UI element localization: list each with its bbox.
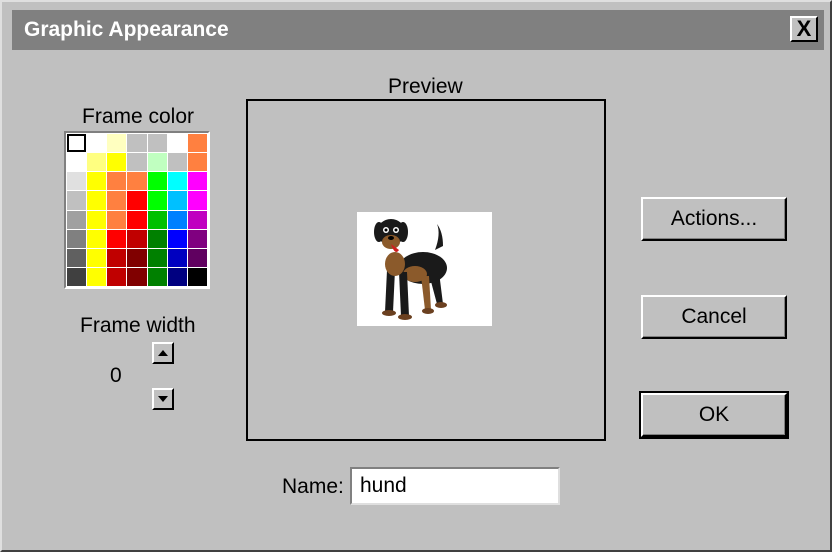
color-swatch[interactable] bbox=[127, 191, 147, 210]
color-swatch[interactable] bbox=[107, 172, 127, 191]
cancel-button[interactable]: Cancel bbox=[641, 295, 787, 339]
color-swatch[interactable] bbox=[67, 229, 87, 248]
frame-width-label: Frame width bbox=[80, 314, 196, 337]
actions-button[interactable]: Actions... bbox=[641, 197, 787, 241]
name-input[interactable] bbox=[350, 467, 560, 505]
color-swatch[interactable] bbox=[67, 248, 87, 267]
color-swatch[interactable] bbox=[87, 210, 107, 229]
color-swatch[interactable] bbox=[147, 229, 167, 248]
color-swatch[interactable] bbox=[147, 191, 167, 210]
color-swatch[interactable] bbox=[87, 267, 107, 286]
color-swatch[interactable] bbox=[187, 153, 207, 172]
color-swatch[interactable] bbox=[187, 191, 207, 210]
color-swatch[interactable] bbox=[107, 229, 127, 248]
color-swatch[interactable] bbox=[187, 248, 207, 267]
close-icon: X bbox=[796, 16, 812, 41]
color-swatch[interactable] bbox=[87, 248, 107, 267]
frame-width-increase-button[interactable] bbox=[152, 342, 174, 364]
color-swatch[interactable] bbox=[167, 248, 187, 267]
frame-width-decrease-button[interactable] bbox=[152, 388, 174, 410]
ok-button[interactable]: OK bbox=[639, 391, 789, 439]
color-swatch[interactable] bbox=[67, 153, 87, 172]
color-swatch[interactable] bbox=[87, 134, 107, 153]
frame-color-palette[interactable] bbox=[64, 131, 210, 289]
dog-graphic bbox=[374, 219, 447, 320]
color-swatch[interactable] bbox=[107, 248, 127, 267]
frame-width-value: 0 bbox=[110, 364, 122, 387]
color-swatch[interactable] bbox=[67, 267, 87, 286]
color-swatch[interactable] bbox=[127, 267, 147, 286]
name-label: Name: bbox=[282, 475, 344, 498]
window-title: Graphic Appearance bbox=[24, 18, 229, 41]
color-swatch[interactable] bbox=[67, 134, 87, 153]
color-swatch[interactable] bbox=[127, 153, 147, 172]
color-swatch[interactable] bbox=[147, 248, 167, 267]
color-swatch[interactable] bbox=[67, 210, 87, 229]
color-swatch[interactable] bbox=[147, 267, 167, 286]
color-swatch[interactable] bbox=[187, 267, 207, 286]
color-swatch[interactable] bbox=[187, 134, 207, 153]
color-swatch[interactable] bbox=[127, 172, 147, 191]
color-swatch[interactable] bbox=[187, 229, 207, 248]
color-swatch[interactable] bbox=[187, 210, 207, 229]
color-swatch[interactable] bbox=[167, 229, 187, 248]
color-swatch[interactable] bbox=[147, 210, 167, 229]
color-swatch[interactable] bbox=[67, 172, 87, 191]
color-swatch[interactable] bbox=[87, 153, 107, 172]
color-swatch[interactable] bbox=[167, 210, 187, 229]
color-swatch[interactable] bbox=[107, 191, 127, 210]
color-swatch[interactable] bbox=[87, 172, 107, 191]
color-swatch[interactable] bbox=[167, 153, 187, 172]
color-swatch[interactable] bbox=[167, 191, 187, 210]
title-bar[interactable]: Graphic Appearance X bbox=[12, 10, 824, 50]
color-swatch[interactable] bbox=[147, 153, 167, 172]
color-swatch[interactable] bbox=[127, 229, 147, 248]
preview-label: Preview bbox=[388, 75, 463, 98]
color-swatch[interactable] bbox=[167, 134, 187, 153]
color-swatch[interactable] bbox=[107, 153, 127, 172]
frame-color-label: Frame color bbox=[82, 105, 195, 128]
color-swatch[interactable] bbox=[147, 172, 167, 191]
color-swatch[interactable] bbox=[167, 267, 187, 286]
arrow-down-icon bbox=[158, 396, 168, 402]
color-swatch[interactable] bbox=[87, 191, 107, 210]
color-swatch[interactable] bbox=[107, 267, 127, 286]
color-swatch[interactable] bbox=[167, 172, 187, 191]
color-swatch[interactable] bbox=[67, 191, 87, 210]
color-swatch[interactable] bbox=[127, 210, 147, 229]
color-swatch[interactable] bbox=[107, 134, 127, 153]
arrow-up-icon bbox=[158, 350, 168, 356]
preview-image bbox=[357, 212, 492, 326]
color-swatch[interactable] bbox=[127, 134, 147, 153]
color-swatch[interactable] bbox=[187, 172, 207, 191]
color-swatch[interactable] bbox=[127, 248, 147, 267]
close-button[interactable]: X bbox=[790, 16, 818, 42]
color-swatch[interactable] bbox=[87, 229, 107, 248]
color-swatch[interactable] bbox=[147, 134, 167, 153]
color-swatch[interactable] bbox=[107, 210, 127, 229]
